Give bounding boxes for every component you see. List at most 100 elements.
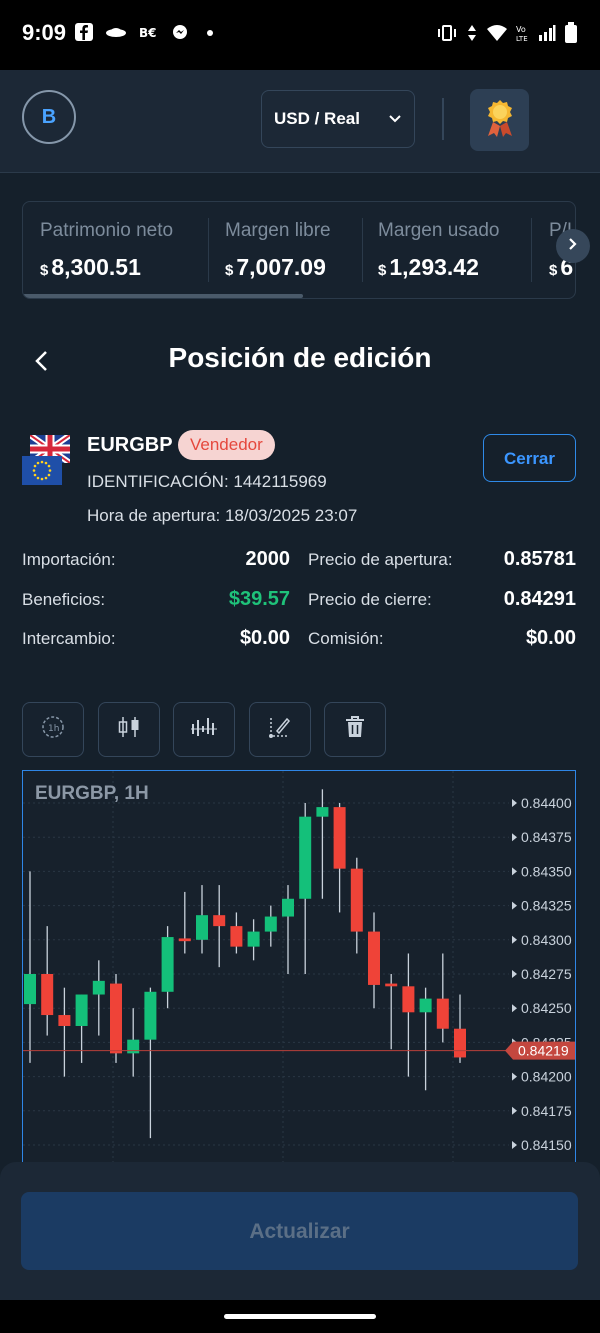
avatar-initial: B (41, 105, 57, 128)
open-price-label: Precio de apertura: (308, 550, 453, 569)
position-symbol: EURGBP (87, 434, 173, 456)
account-selector[interactable]: USD / Real (261, 90, 415, 148)
profit-value: $39.57 (228, 588, 290, 610)
tick-marker (512, 799, 517, 807)
amount-value: 2000 (245, 548, 291, 570)
close-price-label: Precio de cierre: (308, 590, 432, 609)
bottom-sheet: Actualizar (0, 1162, 600, 1302)
candle-down (333, 807, 346, 869)
candles-icon (116, 714, 142, 745)
account-stats: Patrimonio neto $8,300.51 Margen libre $… (22, 201, 576, 299)
position-id: IDENTIFICACIÓN: 1442115969 (87, 472, 327, 491)
candle-down (368, 931, 380, 985)
indicators-button[interactable] (173, 702, 235, 757)
candle-up (282, 898, 294, 917)
stats-next-button[interactable] (556, 229, 590, 263)
stats-scroll-thumb[interactable] (23, 294, 303, 298)
facebook-icon (74, 22, 94, 42)
stats-scrollbar[interactable] (23, 294, 575, 298)
swap-label: Intercambio: (22, 629, 116, 648)
y-tick-label: 0.84250 (521, 1000, 572, 1016)
svg-text:1h: 1h (48, 724, 59, 734)
stat-equity: Patrimonio neto $8,300.51 (23, 202, 208, 292)
signal-icon (538, 23, 556, 48)
svg-text:B€: B€ (139, 26, 157, 40)
candle-up (24, 974, 36, 1005)
svg-text:Vo: Vo (516, 25, 526, 34)
drawing-tools-button[interactable] (249, 702, 311, 757)
tick-marker (512, 1141, 517, 1149)
candle-up (316, 807, 329, 817)
current-price-label: 0.84219 (518, 1043, 569, 1059)
candle-down (385, 983, 398, 987)
rewards-button[interactable] (470, 89, 529, 151)
bk-icon: B€ (138, 22, 160, 42)
tick-marker (512, 1106, 517, 1115)
y-tick-label: 0.84150 (521, 1137, 572, 1153)
candle-down (350, 868, 363, 932)
candle-up (419, 998, 432, 1013)
y-tick-label: 0.84175 (521, 1103, 572, 1119)
swap-value: $0.00 (239, 627, 290, 649)
price-chart[interactable]: 0.84400 0.84375 0.84350 0.84325 0.84300 0.842… (22, 770, 576, 1170)
messenger-icon (170, 22, 190, 42)
chevron-down-icon (388, 111, 402, 131)
commission-value: $0.00 (525, 627, 576, 649)
indicators-icon (190, 714, 218, 745)
chart-title: EURGBP, 1H (35, 783, 149, 804)
candle-up (161, 937, 174, 992)
candle-down (454, 1028, 466, 1058)
tick-marker (512, 901, 517, 910)
candle-down (178, 938, 191, 942)
chart-canvas[interactable]: 0.84400 0.84375 0.84350 0.84325 0.84300 0.842… (23, 771, 575, 1169)
profit-label: Beneficios: (22, 590, 106, 609)
open-price-value: 0.85781 (503, 548, 576, 570)
page-title: Posición de edición (168, 342, 432, 373)
update-button[interactable]: Actualizar (21, 1192, 578, 1270)
tick-marker (512, 867, 517, 876)
y-tick-label: 0.84200 (521, 1069, 572, 1085)
close-price-value: 0.84291 (503, 588, 576, 610)
candle-up (247, 931, 260, 947)
y-tick-label: 0.84400 (521, 795, 572, 811)
stat-label: Patrimonio neto (40, 220, 174, 241)
timeframe-button[interactable]: 1h (22, 702, 84, 757)
y-tick-label: 0.84325 (521, 898, 572, 914)
candle-up (75, 994, 88, 1026)
data-icon (466, 23, 478, 48)
notification-icons: B€ (74, 22, 220, 42)
candle-up (196, 915, 208, 940)
stat-label: Margen libre (225, 220, 331, 241)
delete-button[interactable] (324, 702, 386, 757)
chart-type-button[interactable] (98, 702, 160, 757)
drawing-icon (267, 714, 293, 745)
tick-marker (512, 1072, 517, 1081)
home-indicator[interactable] (224, 1314, 376, 1319)
system-icons: Vo LTE (436, 22, 578, 49)
y-tick-label: 0.84300 (521, 932, 572, 948)
timeframe-1h-icon: 1h (40, 714, 66, 745)
header-divider (442, 98, 444, 140)
stat-value: $8,300.51 (40, 254, 141, 280)
y-tick-label: 0.84350 (521, 863, 572, 879)
battery-icon (564, 22, 578, 49)
vibrate-icon (436, 23, 458, 48)
wifi-icon (486, 23, 508, 48)
volte-icon: Vo LTE (516, 23, 530, 48)
eu-flag-icon (22, 456, 62, 490)
side-badge: Vendedor (178, 430, 275, 460)
dot-icon (200, 22, 220, 42)
tick-marker (512, 970, 517, 978)
candle-down (110, 983, 122, 1054)
svg-text:LTE: LTE (516, 35, 528, 43)
candle-down (58, 1015, 71, 1026)
status-bar: 9:09 B€ Vo LTE (0, 0, 600, 70)
amount-label: Importación: (22, 550, 116, 569)
avatar[interactable]: B (22, 90, 76, 144)
stat-value: $7,007.09 (225, 254, 326, 280)
candle-up (92, 980, 105, 995)
cloud-icon (104, 22, 128, 42)
stat-used-margin: Margen usado $1,293.42 (363, 202, 531, 292)
close-position-button[interactable]: Cerrar (483, 434, 576, 482)
trash-icon (343, 714, 367, 745)
